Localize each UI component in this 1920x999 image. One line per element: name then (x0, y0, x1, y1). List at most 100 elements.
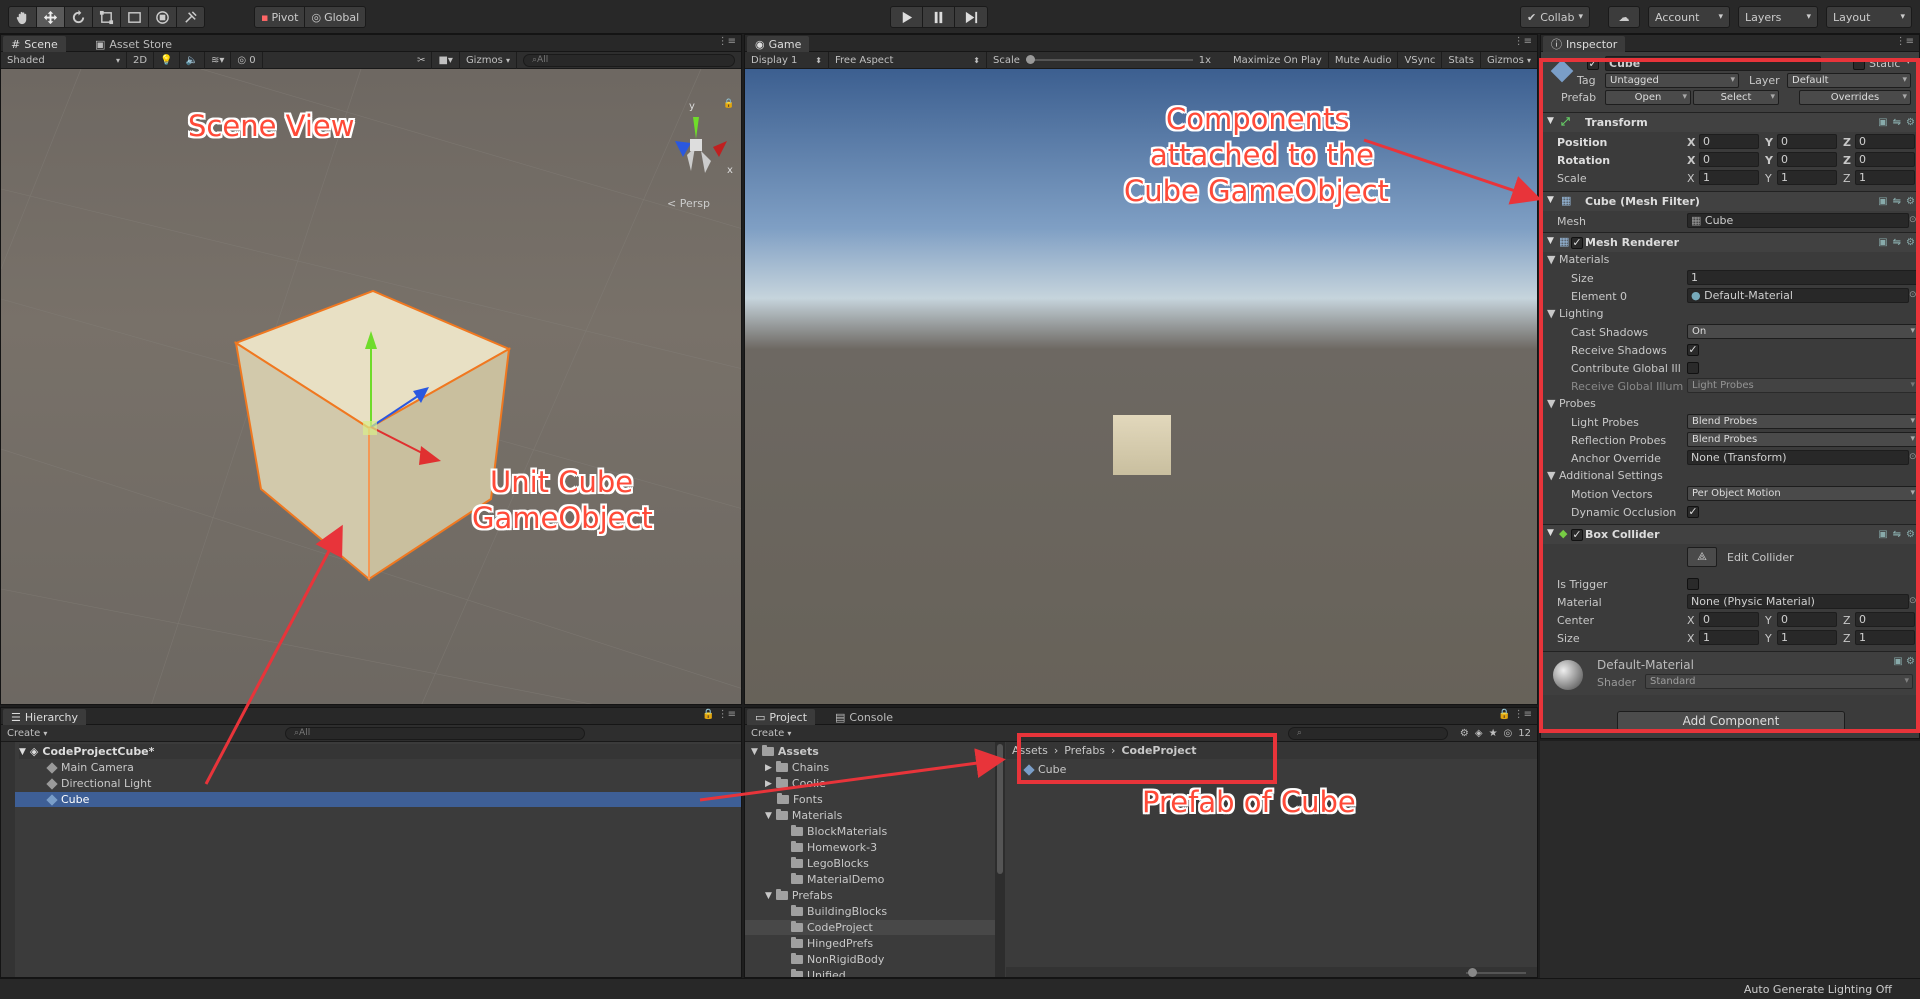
pivot-button[interactable]: ▪ Pivot (255, 7, 306, 27)
chevron-down-icon[interactable]: ▾ (1906, 57, 1911, 67)
mesh-filter-header[interactable]: ▼ ▦ Cube (Mesh Filter) ▣ ⇋ ⚙ (1541, 191, 1919, 211)
tools-icon[interactable]: ✂ (411, 51, 433, 69)
shader-dropdown[interactable]: Standard (1645, 674, 1913, 689)
rotation-x-field[interactable]: 0 (1699, 152, 1759, 167)
object-picker-icon[interactable]: ⊙ (1909, 596, 1917, 606)
audio-toggle[interactable]: 🔈 (180, 51, 205, 69)
hierarchy-create-dropdown[interactable]: Create ▾ (1, 725, 53, 742)
play-button[interactable] (891, 7, 923, 27)
folder-nonrigidbody[interactable]: NonRigidBody (791, 952, 884, 967)
panel-menu-icon[interactable]: ⋮≡ (718, 36, 736, 47)
lighting-section[interactable]: ▼ Lighting (1547, 307, 1603, 320)
folder-chains[interactable]: ▶ Chains (765, 760, 829, 775)
panel-menu-icon[interactable]: ⋮≡ (1514, 36, 1532, 47)
orientation-gizmo[interactable]: y x (661, 101, 737, 181)
object-picker-icon[interactable]: ⊙ (1909, 215, 1917, 225)
is-trigger-checkbox[interactable] (1687, 578, 1699, 590)
materials-section[interactable]: ▼ Materials (1547, 253, 1609, 266)
edit-collider-button[interactable]: ⟁ (1687, 547, 1717, 567)
probes-section[interactable]: ▼ Probes (1547, 397, 1596, 410)
tab-inspector[interactable]: ⓘ Inspector (1543, 36, 1626, 52)
folder-hingedprefs[interactable]: HingedPrefs (791, 936, 873, 951)
panel-menu-icon[interactable]: 🔒 ⋮≡ (1498, 709, 1532, 720)
camera-dropdown[interactable]: ■▾ (432, 51, 460, 69)
position-y-field[interactable]: 0 (1777, 134, 1837, 149)
motion-vectors-dropdown[interactable]: Per Object Motion (1687, 486, 1919, 501)
account-dropdown[interactable]: Account ▾ (1648, 6, 1730, 28)
step-button[interactable] (955, 7, 987, 27)
tab-console[interactable]: ▤ Console (827, 709, 901, 725)
scale-tool-button[interactable] (93, 7, 121, 27)
layers-dropdown[interactable]: Layers ▾ (1738, 6, 1818, 28)
transform-header[interactable]: ▼ ⤢ Transform ▣ ⇋ ⚙ (1541, 112, 1919, 132)
rotation-z-field[interactable]: 0 (1855, 152, 1915, 167)
reflection-probes-dropdown[interactable]: Blend Probes (1687, 432, 1919, 447)
scene-root-item[interactable]: ▼ ◈ CodeProjectCube* (19, 744, 741, 759)
lock-icon[interactable]: 🔒 (723, 99, 734, 109)
folder-coolie[interactable]: ▶ Coolie (765, 776, 826, 791)
additional-settings-section[interactable]: ▼ Additional Settings (1547, 469, 1663, 482)
plane-handle[interactable] (363, 421, 377, 435)
position-z-field[interactable]: 0 (1855, 134, 1915, 149)
add-component-button[interactable]: Add Component (1617, 711, 1845, 731)
mesh-field[interactable]: ▦ Cube (1687, 213, 1909, 228)
hierarchy-item-main-camera[interactable]: Main Camera (46, 760, 134, 775)
project-search-input[interactable]: ⌕ (1287, 726, 1448, 740)
scale-y-field[interactable]: 1 (1777, 170, 1837, 185)
size-x-field[interactable]: 1 (1699, 630, 1759, 645)
folder-materials[interactable]: ▼ Materials (765, 808, 842, 823)
material-actions[interactable]: ▣ ⚙ (1893, 656, 1915, 667)
rotate-tool-button[interactable] (65, 7, 93, 27)
vsync-toggle[interactable]: VSync (1398, 51, 1443, 69)
dynamic-occlusion-checkbox[interactable]: ✓ (1687, 506, 1699, 518)
tab-hierarchy[interactable]: ☰ Hierarchy (3, 709, 87, 725)
mesh-renderer-header[interactable]: ▼ ▦ ✓ Mesh Renderer ▣ ⇋ ⚙ (1541, 232, 1919, 252)
gizmos-dropdown[interactable]: Gizmos ▾ (460, 51, 517, 69)
folder-codeproject[interactable]: CodeProject (745, 920, 1005, 935)
prefab-cube-item[interactable]: Cube (1023, 762, 1066, 777)
breadcrumb-assets[interactable]: Assets (1012, 744, 1048, 757)
tab-game[interactable]: ◉ Game (747, 36, 810, 52)
prefab-overrides-dropdown[interactable]: Overrides (1799, 90, 1911, 105)
scale-z-field[interactable]: 1 (1855, 170, 1915, 185)
contribute-gi-checkbox[interactable] (1687, 362, 1699, 374)
object-name-field[interactable]: Cube (1605, 56, 1821, 71)
tag-dropdown[interactable]: Untagged (1605, 73, 1739, 88)
component-actions[interactable]: ▣ ⇋ ⚙ (1878, 117, 1915, 128)
folder-homework-3[interactable]: Homework-3 (791, 840, 877, 855)
hierarchy-item-cube[interactable]: Cube (1, 792, 741, 807)
folder-buildingblocks[interactable]: BuildingBlocks (791, 904, 887, 919)
game-gizmos-dropdown[interactable]: Gizmos ▾ (1481, 52, 1537, 69)
aspect-dropdown[interactable]: Free Aspect ⬍ (829, 51, 987, 69)
assets-folder[interactable]: ▼ Assets (751, 744, 819, 759)
materials-size-field[interactable]: 1 (1687, 270, 1919, 285)
global-button[interactable]: ◎ Global (305, 7, 365, 27)
tree-scrollbar[interactable] (995, 742, 1005, 977)
project-create-dropdown[interactable]: Create ▾ (745, 725, 797, 742)
folder-unified[interactable]: Unified (791, 968, 846, 977)
transform-tool-button[interactable] (149, 7, 177, 27)
custom-tool-button[interactable] (177, 7, 204, 27)
folder-blockmaterials[interactable]: BlockMaterials (791, 824, 887, 839)
center-x-field[interactable]: 0 (1699, 612, 1759, 627)
light-probes-dropdown[interactable]: Blend Probes (1687, 414, 1919, 429)
cloud-button[interactable]: ☁ (1608, 6, 1640, 28)
folder-legoblocks[interactable]: LegoBlocks (791, 856, 869, 871)
scale-handle[interactable] (1025, 55, 1035, 64)
hand-tool-button[interactable] (9, 7, 37, 27)
size-z-field[interactable]: 1 (1855, 630, 1915, 645)
scene-viewport[interactable]: y x 🔒 < Persp (1, 69, 742, 705)
move-tool-button[interactable] (37, 7, 65, 27)
scene-search-input[interactable]: ⌕ All (523, 53, 735, 67)
receive-shadows-checkbox[interactable]: ✓ (1687, 344, 1699, 356)
element0-field[interactable]: ● Default-Material (1687, 288, 1909, 303)
layout-dropdown[interactable]: Layout ▾ (1826, 6, 1912, 28)
component-actions[interactable]: ▣ ⇋ ⚙ (1878, 196, 1915, 207)
game-viewport[interactable] (745, 69, 1537, 704)
tab-asset-store[interactable]: ▣ Asset Store (87, 36, 180, 52)
cube-gameobject[interactable] (1, 69, 742, 705)
hierarchy-item-directional-light[interactable]: Directional Light (46, 776, 151, 791)
box-collider-enabled-checkbox[interactable]: ✓ (1571, 529, 1583, 541)
tab-project[interactable]: ▭ Project (747, 709, 816, 725)
hierarchy-search-input[interactable]: ⌕ All (285, 726, 585, 740)
